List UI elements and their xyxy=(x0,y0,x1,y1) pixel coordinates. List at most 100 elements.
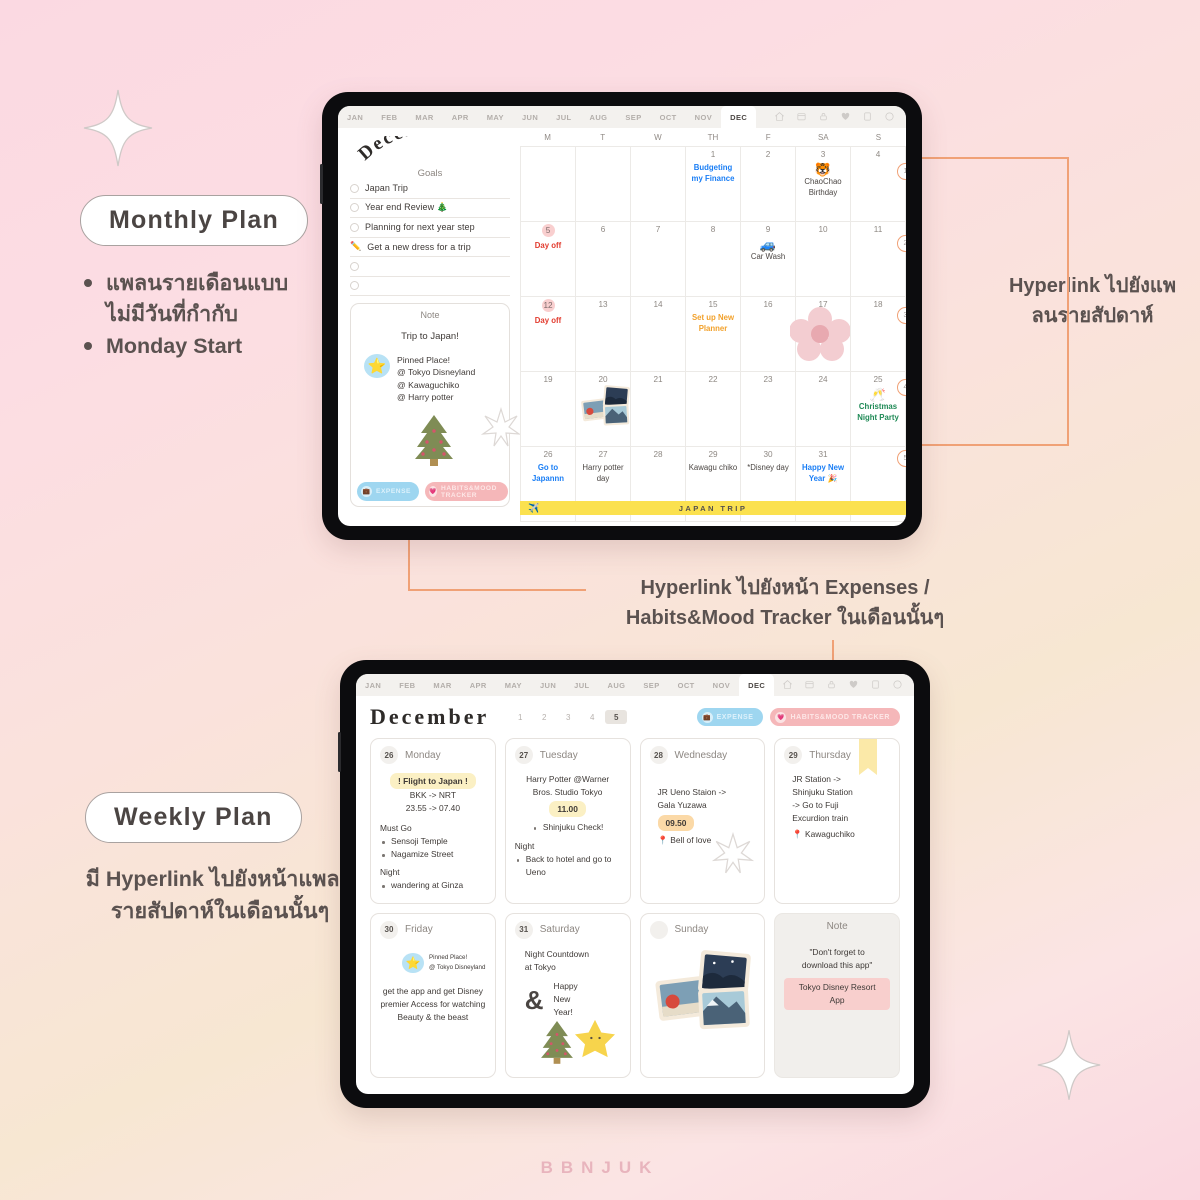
calendar-day-cell[interactable]: 14 xyxy=(631,297,686,372)
week-tab-4[interactable]: 4 xyxy=(581,710,603,724)
calendar-day-cell[interactable]: 8 xyxy=(686,222,741,297)
calendar-day-cell[interactable]: 2 xyxy=(741,147,796,222)
home-icon[interactable] xyxy=(774,108,785,126)
month-tab-dec[interactable]: DEC xyxy=(721,106,757,128)
calendar-day-cell[interactable]: 19 xyxy=(521,372,576,447)
calendar-day-cell[interactable]: 10 xyxy=(796,222,851,297)
day-card-monday[interactable]: 26 Monday ! Flight to Japan ! BKK -> NRT… xyxy=(370,738,496,904)
week-link-5[interactable]: 5 xyxy=(897,450,906,467)
day-card-wednesday[interactable]: 28 Wednesday JR Ueno Staion -> Gala Yuza… xyxy=(639,738,766,904)
calendar-day-cell[interactable]: 20 xyxy=(576,372,631,447)
week-tab-1[interactable]: 1 xyxy=(509,710,531,724)
month-tab-jan[interactable]: JAN xyxy=(338,106,372,128)
sticker-icon[interactable] xyxy=(885,108,894,126)
month-tab-nov[interactable]: NOV xyxy=(686,106,721,128)
goal-row[interactable] xyxy=(350,277,510,296)
calendar-day-cell[interactable]: 5 Day off xyxy=(521,222,576,297)
pen-icon[interactable]: ✏️ xyxy=(350,241,361,252)
week-selector[interactable]: 1 2 3 4 5 xyxy=(509,710,628,724)
month-tab-jul[interactable]: JUL xyxy=(547,106,580,128)
month-tab-sep[interactable]: SEP xyxy=(634,674,668,696)
goal-row[interactable] xyxy=(350,257,510,277)
goal-row[interactable]: Year end Review 🎄 xyxy=(350,199,510,218)
weekday-sa: SA xyxy=(817,133,829,142)
week-link-1[interactable]: 1 xyxy=(897,163,906,180)
habits-tracker-link-chip[interactable]: 💗 HABITS&MOOD TRACKER xyxy=(425,482,508,501)
document-icon[interactable] xyxy=(871,676,880,694)
lock-icon[interactable] xyxy=(827,676,836,694)
month-tab-jul[interactable]: JUL xyxy=(565,674,598,696)
week-tab-3[interactable]: 3 xyxy=(557,710,579,724)
day-card-friday[interactable]: 30 Friday ⭐ Pinned Place! @ Tokyo Disney… xyxy=(370,912,496,1078)
month-tab-jun[interactable]: JUN xyxy=(531,674,565,696)
month-tab-mar[interactable]: MAR xyxy=(424,674,460,696)
week-link-3[interactable]: 3 xyxy=(897,307,906,324)
calendar-day-cell[interactable]: 24 xyxy=(796,372,851,447)
calendar-day-cell[interactable]: 6 xyxy=(576,222,631,297)
month-tab-jan[interactable]: JAN xyxy=(356,674,390,696)
circle-checkbox-icon[interactable] xyxy=(350,261,359,271)
calendar-day-cell[interactable]: 23 xyxy=(741,372,796,447)
circle-checkbox-icon[interactable] xyxy=(350,183,359,193)
calendar-day-cell[interactable]: 1 Budgeting my Finance xyxy=(686,147,741,222)
calendar-day-cell[interactable]: 17 xyxy=(789,297,851,372)
goal-row[interactable]: Planning for next year step xyxy=(350,218,510,238)
sticker-icon[interactable] xyxy=(893,676,902,694)
month-tab-oct[interactable]: OCT xyxy=(669,674,704,696)
day-card-sunday[interactable]: Sunday xyxy=(639,912,766,1078)
month-tab-sep[interactable]: SEP xyxy=(616,106,650,128)
day-card-tuesday[interactable]: 27 Tuesday Harry Potter @Warner Bros. St… xyxy=(504,738,631,904)
week-link-4[interactable]: 4 xyxy=(897,379,906,396)
new-year-line: Happy xyxy=(553,981,578,992)
home-icon[interactable] xyxy=(782,676,793,694)
month-tab-aug[interactable]: AUG xyxy=(599,674,635,696)
calendar-day-number: 23 xyxy=(763,375,773,384)
circle-checkbox-icon[interactable] xyxy=(350,281,359,291)
week-tab-5[interactable]: 5 xyxy=(605,710,628,724)
calendar-day-cell[interactable]: 3 🐯 ChaoChao Birthday xyxy=(796,147,851,222)
heart-icon[interactable] xyxy=(849,676,858,694)
month-tab-jun[interactable]: JUN xyxy=(513,106,547,128)
expense-link-chip[interactable]: 💼 EXPENSE xyxy=(696,708,764,726)
calendar-day-cell[interactable]: 13 xyxy=(576,297,631,372)
circle-checkbox-icon[interactable] xyxy=(350,203,359,213)
calendar-day-cell[interactable] xyxy=(521,147,576,222)
calendar-grid[interactable]: 1 Budgeting my Finance 2 3 🐯 ChaoChao Birthda… xyxy=(520,146,906,522)
day-card-thursday[interactable]: 29 Thursday JR Station -> Shinjuku Stati… xyxy=(774,738,900,904)
calendar-day-cell[interactable]: 15 Set up New Planner xyxy=(686,297,741,372)
month-tab-mar[interactable]: MAR xyxy=(406,106,442,128)
month-tab-aug[interactable]: AUG xyxy=(581,106,617,128)
heart-icon[interactable] xyxy=(841,108,850,126)
month-tab-nov[interactable]: NOV xyxy=(704,674,739,696)
month-tab-feb[interactable]: FEB xyxy=(390,674,424,696)
month-tab-apr[interactable]: APR xyxy=(461,674,496,696)
calendar-day-cell[interactable] xyxy=(576,147,631,222)
month-tab-apr[interactable]: APR xyxy=(443,106,478,128)
day-card-saturday[interactable]: 31 Saturday Night Countdown at Tokyo & H… xyxy=(504,912,631,1078)
circle-checkbox-icon[interactable] xyxy=(350,222,359,232)
goal-row[interactable]: ✏️ Get a new dress for a trip xyxy=(350,238,510,257)
calendar-day-cell[interactable]: 22 xyxy=(686,372,741,447)
document-icon[interactable] xyxy=(863,108,872,126)
calendar-day-cell[interactable]: 16 xyxy=(741,297,796,372)
calendar-icon[interactable] xyxy=(797,108,806,126)
month-tab-may[interactable]: MAY xyxy=(478,106,513,128)
calendar-icon[interactable] xyxy=(805,676,814,694)
month-tab-oct[interactable]: OCT xyxy=(651,106,686,128)
calendar-day-cell[interactable] xyxy=(631,147,686,222)
calendar-day-cell[interactable]: 12 Day off xyxy=(521,297,576,372)
month-tab-may[interactable]: MAY xyxy=(496,674,531,696)
week-link-2[interactable]: 2 xyxy=(897,235,906,252)
expense-link-chip[interactable]: 💼 EXPENSE xyxy=(357,482,419,501)
calendar-day-cell[interactable]: 21 xyxy=(631,372,686,447)
calendar-day-cell[interactable]: 9 🚙 Car Wash xyxy=(741,222,796,297)
weekly-month-tabbar[interactable]: JAN FEB MAR APR MAY JUN JUL AUG SEP OCT … xyxy=(356,674,914,696)
month-tab-feb[interactable]: FEB xyxy=(372,106,406,128)
monthly-month-tabbar[interactable]: JAN FEB MAR APR MAY JUN JUL AUG SEP OCT … xyxy=(338,106,906,128)
goal-row[interactable]: Japan Trip xyxy=(350,179,510,199)
month-tab-dec[interactable]: DEC xyxy=(739,674,775,696)
habits-tracker-link-chip[interactable]: 💗 HABITS&MOOD TRACKER xyxy=(770,708,900,726)
lock-icon[interactable] xyxy=(819,108,828,126)
calendar-day-cell[interactable]: 7 xyxy=(631,222,686,297)
week-tab-2[interactable]: 2 xyxy=(533,710,555,724)
